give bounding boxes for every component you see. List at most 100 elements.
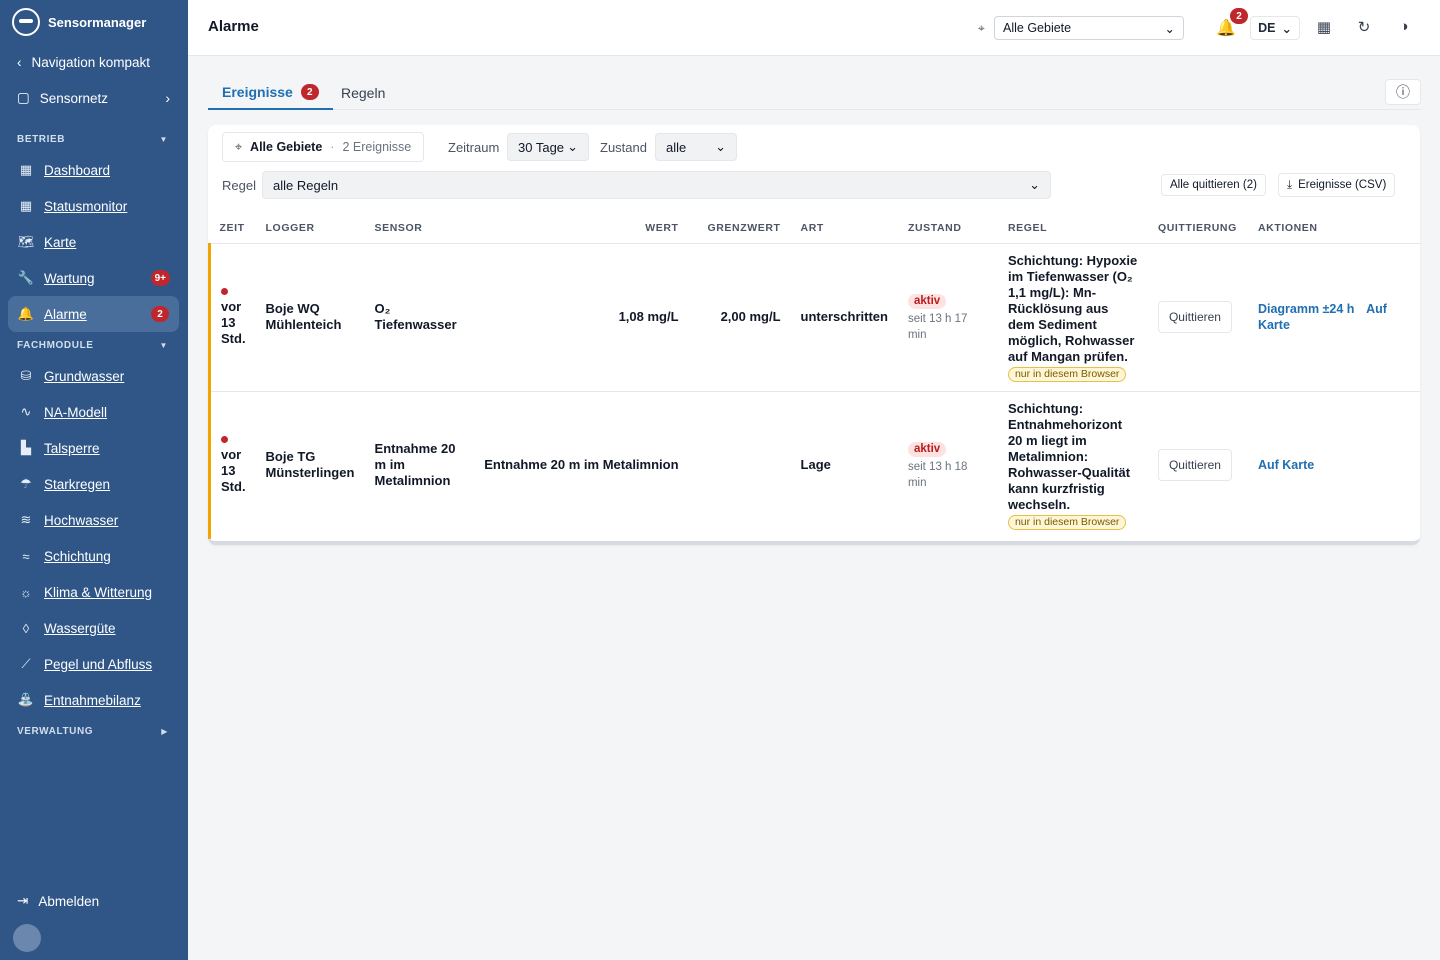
sidebar-item-label: Statusmonitor [44,198,128,214]
sidebar-item-klima[interactable]: ☼ Klima & Witterung [0,574,180,610]
cell-value: 1,08 mg/L [618,309,679,324]
topbar: Alarme ⌖ Alle Gebiete ⌄ 🔔 2 DE ⌄ ▦ ↻ ◑ [188,0,1440,56]
bell-icon: 🔔 [17,306,35,321]
export-csv-button[interactable]: ⤓ Ereignisse (CSV) [1278,173,1396,197]
state-label: Zustand [600,140,647,155]
cell-value: Entnahme 20 m im Metalimnion [484,457,679,473]
cell-actions: Auf Karte [1248,391,1420,539]
contrast-toggle-icon[interactable]: ◑ [1394,18,1414,38]
rule-select[interactable]: alle Regeln ⌄ [262,171,1051,199]
tab-count-badge: 2 [300,84,319,100]
col-logger[interactable]: LOGGER [256,213,365,243]
chevron-down-icon: ⌄ [567,139,578,154]
sidebar-item-label: Pegel und Abfluss [44,656,153,672]
sidebar-item-alarme[interactable]: 🔔 Alarme 2 [8,296,179,332]
avatar[interactable] [13,924,41,952]
col-ack[interactable]: QUITTIERUNG [1148,213,1248,243]
sidebar-item-grundwasser[interactable]: ⛁ Grundwasser [0,358,180,394]
col-time[interactable]: ZEIT [210,213,256,243]
sidebar-item-na-modell[interactable]: ∿ NA-Modell [0,394,180,430]
map-link[interactable]: Auf Karte [1258,458,1314,472]
export-csv-label: Ereignisse (CSV) [1298,179,1387,191]
diagram-link[interactable]: Diagramm ±24 h [1258,302,1354,316]
map-pin-icon: ⌖ [978,21,985,35]
chevron-left-icon: ‹ [17,54,22,70]
area-chip-separator: · [330,140,335,154]
col-state[interactable]: ZUSTAND [898,213,998,243]
navigation-compact-toggle[interactable]: ‹ Navigation kompakt [0,44,188,80]
events-card: ⌖ Alle Gebiete · 2 Ereignisse Zeitraum 3… [207,125,1421,545]
sidebar-item-label: Dashboard [44,162,111,178]
cell-rule: Schichtung: Hypoxie im Tiefenwasser (O₂ … [998,243,1148,391]
table-row[interactable]: vor 13 Std. Boje WQ Mühlenteich O₂ Tiefe… [207,243,1420,391]
language-select[interactable]: DE ⌄ [1250,16,1300,40]
section-fachmodule[interactable]: FACHMODULE ▼ [0,332,188,358]
col-value[interactable]: WERT [469,213,689,243]
info-button[interactable]: ⓘ [1385,79,1421,105]
state-select[interactable]: alle ⌄ [655,133,737,161]
area-chip-title: Alle Gebiete [250,140,323,154]
cell-kind: unterschritten [800,309,888,324]
cell-time: vor 13 Std. [207,243,256,391]
sidebar-item-starkregen[interactable]: ☂ Starkregen [0,466,180,502]
col-rule[interactable]: REGEL [998,213,1148,243]
tab-ereignisse[interactable]: Ereignisse 2 [208,76,333,110]
col-sensor[interactable]: SENSOR [365,213,469,243]
acknowledge-all-label: Alle quittieren (2) [1170,179,1257,191]
sidebar-item-entnahmebilanz[interactable]: ⛲ Entnahmebilanz [0,682,180,718]
alarme-count-badge: 2 [151,306,169,322]
period-select[interactable]: 30 Tage ⌄ [507,133,589,161]
app-name: Sensormanager [48,14,147,30]
sidebar-item-hochwasser[interactable]: ≋ Hochwasser [0,502,180,538]
download-icon: ⤓ [1287,178,1293,191]
state-since: seit 13 h 17 min [907,312,968,341]
table-header-row: ZEIT LOGGER SENSOR WERT GRENZWERT ART ZU… [210,213,1421,243]
sidebar-item-karte[interactable]: 🗺 Karte [0,224,180,260]
refresh-icon[interactable]: ↻ [1354,18,1374,38]
qr-grid-icon[interactable]: ▦ [1314,18,1334,38]
sidebar-item-label: Alarme [44,306,87,322]
sidebar-item-sensornetz[interactable]: ▢ Sensornetz › [0,80,188,116]
wrench-icon: 🔧 [17,270,35,285]
logout-button[interactable]: ⇥ Abmelden [17,893,99,909]
events-table: ZEIT LOGGER SENSOR WERT GRENZWERT ART ZU… [207,213,1421,539]
app-logo-icon [12,8,40,36]
col-actions[interactable]: AKTIONEN [1248,213,1420,243]
sidebar-item-label: NA-Modell [44,404,108,420]
brand[interactable]: Sensormanager [0,0,188,44]
sidebar-item-label: Karte [44,234,77,250]
grid-icon: ▦ [19,162,33,177]
cell-logger: Boje WQ Mühlenteich [265,301,342,332]
cell-sensor: O₂ Tiefenwasser [374,301,457,332]
cell-actions: Diagramm ±24 h Auf Karte [1248,243,1420,391]
acknowledge-all-button[interactable]: Alle quittieren (2) [1161,174,1266,196]
sidebar-item-dashboard[interactable]: ▦ Dashboard [0,152,180,188]
groundwater-icon: ⛁ [20,368,32,383]
area-select[interactable]: Alle Gebiete ⌄ [994,16,1184,40]
sidebar-item-wartung[interactable]: 🔧 Wartung 9+ [0,260,180,296]
area-filter-chip[interactable]: ⌖ Alle Gebiete · 2 Ereignisse [222,132,425,162]
acknowledge-button[interactable]: Quittieren [1157,301,1232,333]
triangle-down-icon: ▼ [159,134,168,144]
table-row[interactable]: vor 13 Std. Boje TG Münsterlingen Entnah… [207,391,1420,539]
sidebar-item-pegel[interactable]: ⟋ Pegel und Abfluss [0,646,180,682]
section-betrieb[interactable]: BETRIEB ▼ [0,126,188,152]
col-limit[interactable]: GRENZWERT [689,213,791,243]
col-kind[interactable]: ART [791,213,898,243]
acknowledge-button[interactable]: Quittieren [1157,449,1232,482]
section-verwaltung[interactable]: VERWALTUNG ▶ [0,718,188,744]
sidebar-item-schichtung[interactable]: ≈ Schichtung [0,538,180,574]
cell-ack: Quittieren [1148,391,1248,539]
navigation-compact-label: Navigation kompakt [31,54,151,70]
tab-regeln[interactable]: Regeln [341,76,385,110]
panel-icon: ▢ [17,90,30,105]
rule-text: Schichtung: Hypoxie im Tiefenwasser (O₂ … [1007,252,1138,364]
sidebar-item-label: Starkregen [44,476,111,492]
sidebar-item-wasserguete[interactable]: ◊ Wassergüte [0,610,180,646]
sidebar-item-talsperre[interactable]: ▙ Talsperre [0,430,180,466]
sidebar-item-statusmonitor[interactable]: ▦ Statusmonitor [0,188,180,224]
cell-limit [689,391,791,539]
cell-logger: Boje TG Münsterlingen [265,449,355,481]
area-chip-count: 2 Ereignisse [342,140,412,154]
section-label: BETRIEB [17,133,66,145]
